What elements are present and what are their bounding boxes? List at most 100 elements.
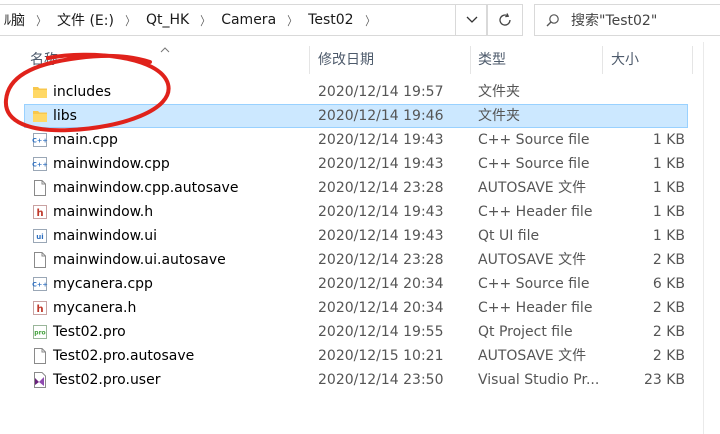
file-date: 2020/12/14 23:50 xyxy=(318,372,444,388)
blank-file-icon xyxy=(32,180,48,196)
file-name[interactable]: mainwindow.cpp.autosave xyxy=(53,176,238,200)
folder-icon xyxy=(32,84,48,100)
header-file-icon: h xyxy=(32,300,48,316)
file-row[interactable]: pro Test02.pro 2020/12/14 19:55 Qt Project … xyxy=(0,320,720,344)
file-date: 2020/12/14 19:43 xyxy=(318,228,444,244)
column-header-size[interactable]: 大小 xyxy=(611,46,639,74)
visual-studio-icon xyxy=(32,372,48,388)
file-row[interactable]: mainwindow.ui.autosave 2020/12/14 23:28 AU… xyxy=(0,248,720,272)
blank-file-icon xyxy=(32,348,48,364)
breadcrumb-item-this-pc[interactable]: ﾙ脑 xyxy=(0,10,29,30)
column-header-type[interactable]: 类型 xyxy=(478,46,506,74)
svg-text:h: h xyxy=(36,208,43,219)
file-size: 2 KB xyxy=(652,348,685,364)
file-type: C++ Header file xyxy=(478,300,593,316)
chevron-down-icon xyxy=(466,16,477,23)
file-date: 2020/12/14 20:34 xyxy=(318,276,444,292)
file-name[interactable]: includes xyxy=(53,80,111,104)
file-row[interactable]: C++ main.cpp 2020/12/14 19:43 C++ Source fi… xyxy=(0,128,720,152)
file-size: 6 KB xyxy=(652,276,685,292)
breadcrumb-separator-icon[interactable]: 〉 xyxy=(283,12,302,29)
file-row[interactable]: h mainwindow.h 2020/12/14 19:43 C++ Header … xyxy=(0,200,720,224)
breadcrumb-separator-icon[interactable]: 〉 xyxy=(31,12,50,29)
file-name[interactable]: mainwindow.cpp xyxy=(53,152,170,176)
folder-row[interactable]: libs 2020/12/14 19:46 文件夹 xyxy=(0,104,720,128)
search-box[interactable]: 搜索"Test02" xyxy=(534,4,720,36)
file-size: 2 KB xyxy=(652,324,685,340)
blank-file-icon xyxy=(32,252,48,268)
breadcrumb-separator-icon[interactable]: 〉 xyxy=(120,12,139,29)
svg-text:C++: C++ xyxy=(32,137,48,145)
address-bar[interactable]: ﾙ脑 〉 文件 (E:) 〉 Qt_HK 〉 Camera 〉 Test02 〉 xyxy=(0,4,487,36)
file-row[interactable]: mainwindow.cpp.autosave 2020/12/14 23:28 A… xyxy=(0,176,720,200)
breadcrumb-separator-icon[interactable]: 〉 xyxy=(360,12,379,29)
file-size: 2 KB xyxy=(652,252,685,268)
file-size: 2 KB xyxy=(652,300,685,316)
file-name[interactable]: mainwindow.ui.autosave xyxy=(53,248,226,272)
file-date: 2020/12/14 23:28 xyxy=(318,252,444,268)
file-type: AUTOSAVE 文件 xyxy=(478,180,587,196)
pro-file-icon: pro xyxy=(32,324,48,340)
breadcrumb-separator-icon[interactable]: 〉 xyxy=(196,12,215,29)
navigation-bar: ﾙ脑 〉 文件 (E:) 〉 Qt_HK 〉 Camera 〉 Test02 〉… xyxy=(0,0,720,42)
folder-row[interactable]: includes 2020/12/14 19:57 文件夹 xyxy=(0,80,720,104)
column-divider[interactable] xyxy=(602,46,603,74)
search-icon xyxy=(535,13,571,27)
file-name[interactable]: main.cpp xyxy=(53,128,118,152)
column-header-name[interactable]: 名称 xyxy=(30,46,58,74)
breadcrumb-item-qt-hk[interactable]: Qt_HK xyxy=(142,12,193,28)
file-date: 2020/12/15 10:21 xyxy=(318,348,444,364)
svg-text:h: h xyxy=(36,304,43,315)
svg-text:pro: pro xyxy=(34,330,45,337)
sort-ascending-icon xyxy=(160,43,170,56)
column-divider[interactable] xyxy=(309,46,310,74)
file-size: 23 KB xyxy=(643,372,685,388)
file-type: C++ Source file xyxy=(478,156,590,172)
breadcrumb-item-test02[interactable]: Test02 xyxy=(304,12,357,28)
file-name[interactable]: mycanera.h xyxy=(53,296,136,320)
file-type: C++ Header file xyxy=(478,204,593,220)
file-type: AUTOSAVE 文件 xyxy=(478,252,587,268)
column-divider[interactable] xyxy=(470,46,471,74)
pane-border xyxy=(703,42,704,434)
file-name[interactable]: libs xyxy=(53,104,77,128)
breadcrumb-item-drive-e[interactable]: 文件 (E:) xyxy=(53,10,118,30)
file-name[interactable]: Test02.pro.user xyxy=(53,368,160,392)
file-size: 1 KB xyxy=(652,180,685,196)
file-type: Qt Project file xyxy=(478,324,573,340)
file-size: 1 KB xyxy=(652,204,685,220)
refresh-button[interactable] xyxy=(487,4,523,36)
refresh-icon xyxy=(499,13,511,26)
header-file-icon: h xyxy=(32,204,48,220)
column-divider[interactable] xyxy=(692,46,693,74)
file-name[interactable]: mainwindow.h xyxy=(53,200,153,224)
file-date: 2020/12/14 19:55 xyxy=(318,324,444,340)
file-size: 1 KB xyxy=(652,132,685,148)
file-date: 2020/12/14 19:43 xyxy=(318,132,444,148)
file-row[interactable]: h mycanera.h 2020/12/14 20:34 C++ Header fi… xyxy=(0,296,720,320)
file-type: Qt UI file xyxy=(478,228,540,244)
file-date: 2020/12/14 20:34 xyxy=(318,300,444,316)
folder-icon xyxy=(32,108,48,124)
file-date: 2020/12/14 19:43 xyxy=(318,156,444,172)
address-history-dropdown-button[interactable] xyxy=(455,4,487,36)
file-name[interactable]: Test02.pro.autosave xyxy=(53,344,194,368)
column-header-date[interactable]: 修改日期 xyxy=(318,46,374,74)
svg-text:C++: C++ xyxy=(32,281,48,289)
file-name[interactable]: mainwindow.ui xyxy=(53,224,157,248)
file-date: 2020/12/14 19:43 xyxy=(318,204,444,220)
file-name[interactable]: mycanera.cpp xyxy=(53,272,153,296)
search-placeholder[interactable]: 搜索"Test02" xyxy=(571,10,657,30)
file-type: Visual Studio Pr... xyxy=(478,372,600,388)
cpp-file-icon: C++ xyxy=(32,156,48,172)
file-type: 文件夹 xyxy=(478,108,520,124)
file-row[interactable]: C++ mainwindow.cpp 2020/12/14 19:43 C++ Sou… xyxy=(0,152,720,176)
ui-file-icon: ui xyxy=(32,228,48,244)
file-row[interactable]: Test02.pro.user 2020/12/14 23:50 Visual St… xyxy=(0,368,720,392)
file-name[interactable]: Test02.pro xyxy=(53,320,126,344)
file-row[interactable]: C++ mycanera.cpp 2020/12/14 20:34 C++ Sourc… xyxy=(0,272,720,296)
breadcrumb-item-camera[interactable]: Camera xyxy=(217,12,280,28)
file-row[interactable]: Test02.pro.autosave 2020/12/15 10:21 AUTOS… xyxy=(0,344,720,368)
file-row[interactable]: ui mainwindow.ui 2020/12/14 19:43 Qt UI fil… xyxy=(0,224,720,248)
file-type: C++ Source file xyxy=(478,132,590,148)
